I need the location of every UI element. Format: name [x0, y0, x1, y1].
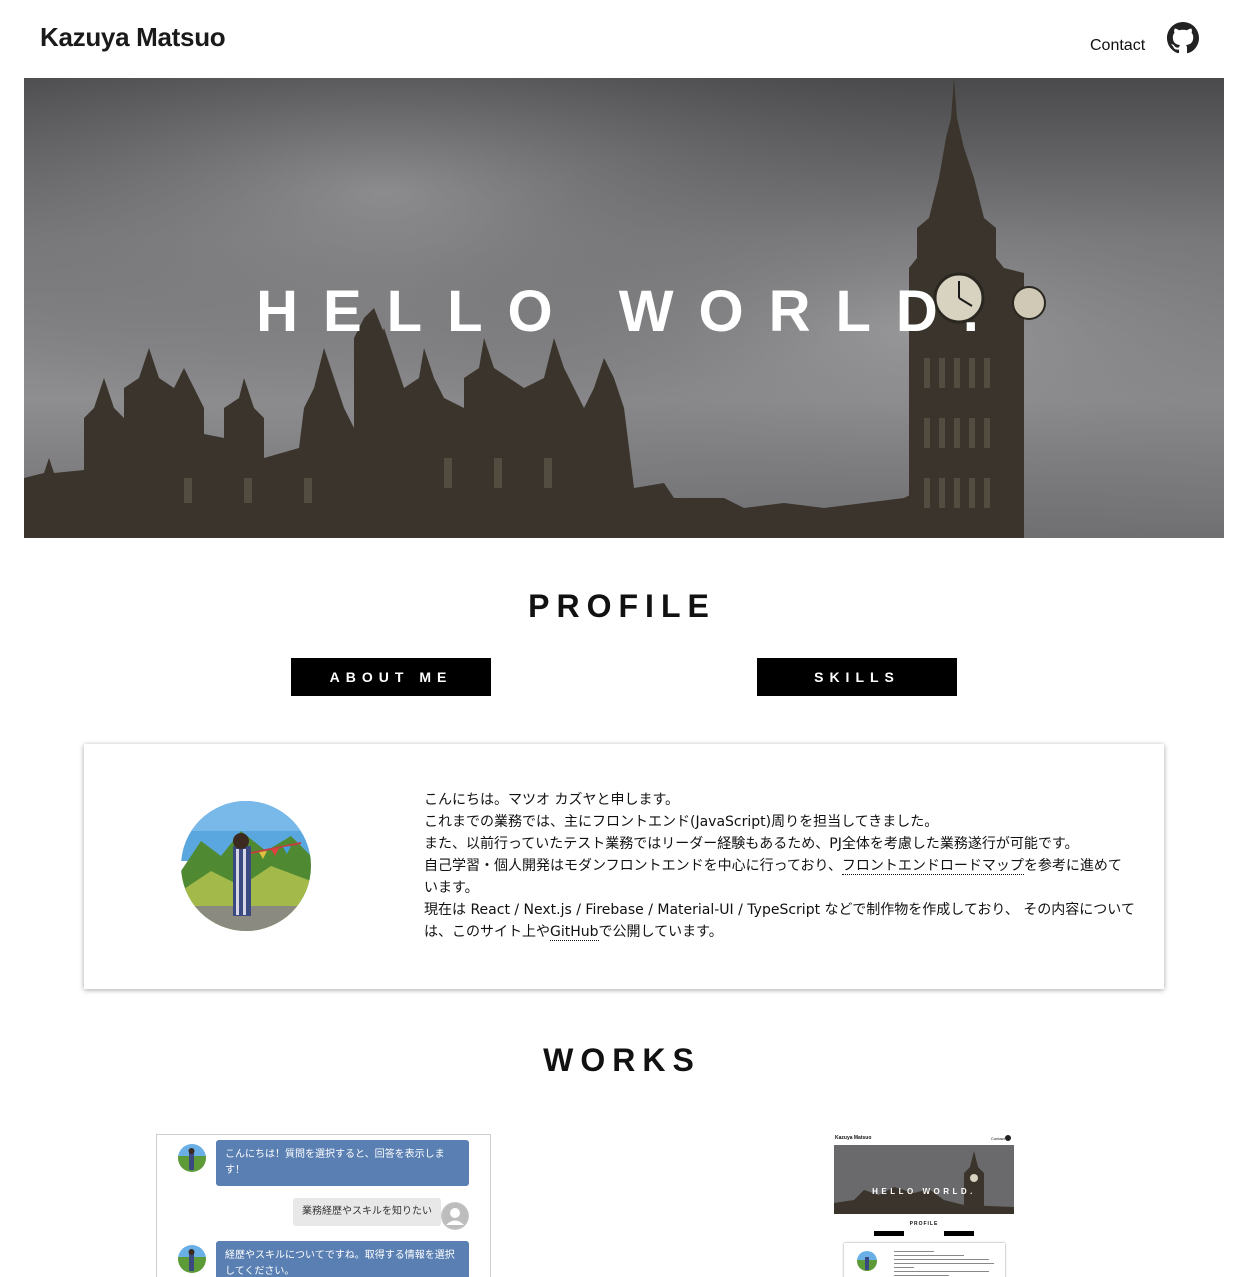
- github-link[interactable]: GitHub: [550, 924, 599, 941]
- intro-line: 現在は React / Next.js / Firebase / Materia…: [424, 902, 1135, 918]
- work-portfolio-thumbnail[interactable]: Kazuya Matsuo Contact HELLO WORLD. PROFI…: [833, 1134, 1015, 1277]
- work-chatbot-thumbnail[interactable]: こんにちは！質問を選択すると、回答を表示します！ 業務経歴やスキルを知りたい 経…: [156, 1134, 491, 1277]
- thumb-tab: [874, 1231, 904, 1236]
- github-icon[interactable]: [1167, 22, 1199, 54]
- works-heading: WORKS: [543, 1042, 701, 1078]
- thumb-text-line: [894, 1271, 989, 1272]
- chat-bot-avatar: [178, 1245, 206, 1273]
- thumb-tab: [944, 1231, 974, 1236]
- intro-text: 自己学習・個人開発はモダンフロントエンドを中心に行っており、: [424, 858, 842, 874]
- intro-line: また、以前行っていたテスト業務ではリーダー経験もあるため、PJ全体を考慮した業務…: [424, 836, 1079, 852]
- profile-intro-text: こんにちは。マツオ カズヤと申します。 これまでの業務では、主にフロントエンド(…: [424, 789, 1144, 943]
- thumb-profile-card: [844, 1243, 1005, 1277]
- nav-contact-link[interactable]: Contact: [1090, 37, 1145, 55]
- thumb-hero-title: HELLO WORLD.: [872, 1187, 976, 1196]
- thumb-text-line: [894, 1267, 914, 1268]
- intro-text: で公開しています。: [598, 924, 723, 940]
- site-title[interactable]: Kazuya Matsuo: [40, 22, 226, 53]
- thumb-contact: Contact: [991, 1136, 1005, 1141]
- chat-bot-avatar: [178, 1144, 206, 1172]
- thumb-text-line: [894, 1275, 949, 1276]
- thumb-text-line: [894, 1251, 934, 1252]
- avatar: [181, 801, 311, 931]
- intro-line: こんにちは。マツオ カズヤと申します。: [424, 792, 680, 808]
- intro-text: を参考に進めて: [1023, 858, 1122, 874]
- thumb-avatar: [857, 1251, 877, 1271]
- hero-title: HELLO WORLD.: [256, 279, 1004, 344]
- intro-line: は、このサイト上やGitHubで公開しています。: [424, 921, 1144, 943]
- user-avatar-icon: [441, 1202, 469, 1230]
- thumb-profile-heading: PROFILE: [909, 1221, 939, 1227]
- chat-user-message: 業務経歴やスキルを知りたい: [293, 1198, 441, 1226]
- chat-bot-message: 経歴やスキルについてですね。取得する情報を選択してください。: [216, 1241, 469, 1277]
- thumb-github-icon: [1005, 1135, 1011, 1141]
- intro-line: これまでの業務では、主にフロントエンド(JavaScript)周りを担当してきま…: [424, 814, 939, 830]
- tab-skills[interactable]: SKILLS: [757, 658, 957, 696]
- profile-card: こんにちは。マツオ カズヤと申します。 これまでの業務では、主にフロントエンド(…: [84, 744, 1164, 989]
- thumb-text-line: [894, 1255, 964, 1256]
- profile-heading: PROFILE: [528, 588, 716, 624]
- site-header: Kazuya Matsuo Contact: [0, 0, 1260, 78]
- chat-bot-message: こんにちは！質問を選択すると、回答を表示します！: [216, 1140, 469, 1186]
- intro-text: は、このサイト上や: [424, 924, 550, 940]
- thumb-hero: HELLO WORLD.: [834, 1145, 1014, 1214]
- thumb-site-title: Kazuya Matsuo: [835, 1135, 872, 1141]
- frontend-roadmap-link[interactable]: フロントエンドロードマップ: [841, 858, 1024, 875]
- intro-line: います。: [424, 880, 479, 896]
- tab-about-me[interactable]: ABOUT ME: [291, 658, 491, 696]
- thumb-text-line: [894, 1263, 994, 1264]
- intro-line: 自己学習・個人開発はモダンフロントエンドを中心に行っており、フロントエンドロード…: [424, 855, 1144, 877]
- thumb-text-line: [894, 1259, 989, 1260]
